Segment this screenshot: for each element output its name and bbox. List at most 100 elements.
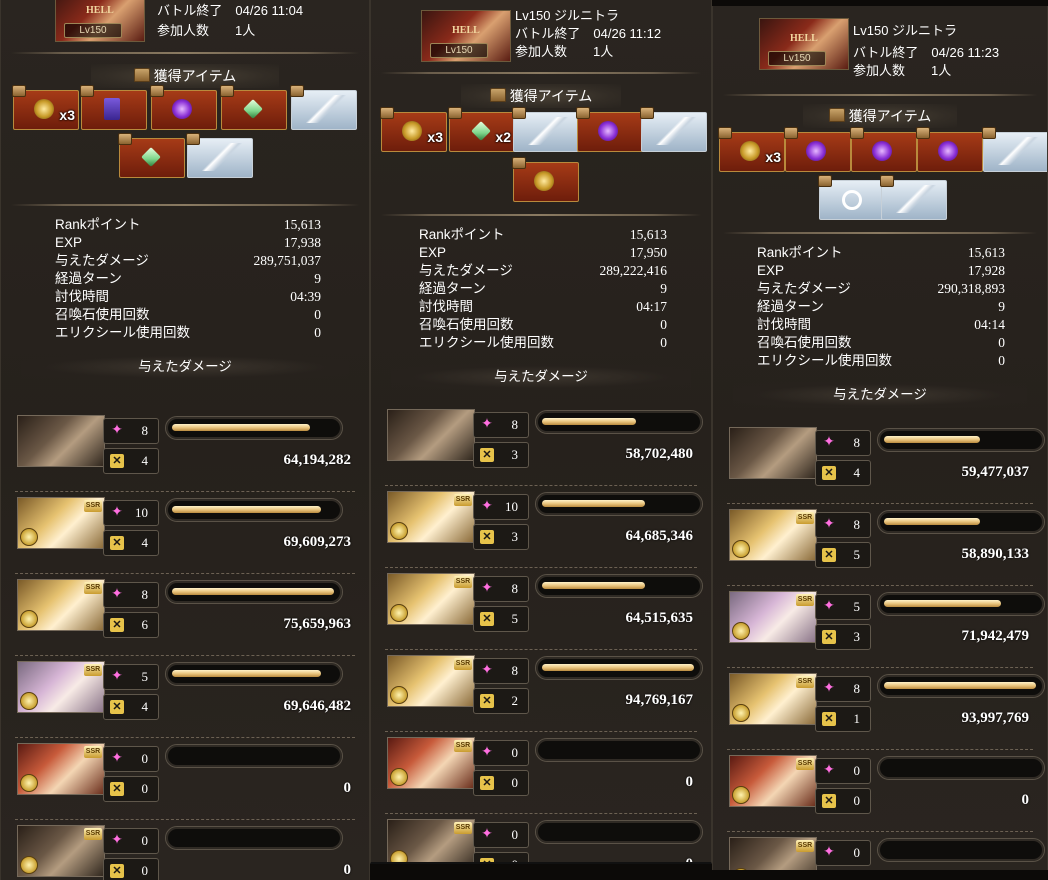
element-coin-icon xyxy=(732,786,750,804)
stat-row: 討伐時間 04:39 xyxy=(55,288,321,306)
purple-item-icon xyxy=(938,141,958,161)
element-coin-icon xyxy=(732,868,750,870)
character-portrait[interactable]: SSR xyxy=(729,591,817,643)
reward-item[interactable] xyxy=(850,127,917,172)
stat-row: 与えたダメージ 290,318,893 xyxy=(757,280,1005,298)
reward-item[interactable] xyxy=(982,127,1047,172)
damage-value: 59,477,037 xyxy=(961,464,1030,480)
reward-item[interactable]: x3 xyxy=(718,127,785,172)
treasure-box-icon xyxy=(220,85,234,97)
character-portrait[interactable]: SSR xyxy=(729,755,817,807)
character-portrait[interactable]: SSR xyxy=(17,661,105,713)
star-count-badge: ✦ 8 xyxy=(815,512,871,538)
damage-gauge-fill xyxy=(172,588,334,595)
reward-item[interactable]: x3 xyxy=(380,107,447,152)
ssr-badge: SSR xyxy=(84,582,102,594)
reward-item[interactable]: x2 xyxy=(448,107,515,152)
stat-row: 召喚石使用回数 0 xyxy=(55,306,321,324)
treasure-box-icon xyxy=(576,107,590,119)
skill-count: 4 xyxy=(141,535,149,550)
star-icon: ✦ xyxy=(823,681,835,696)
stat-value: 0 xyxy=(660,335,667,350)
character-portrait[interactable]: SSR xyxy=(17,497,105,549)
star-icon: ✦ xyxy=(823,845,835,860)
character-portrait[interactable] xyxy=(387,409,475,461)
chest-icon xyxy=(828,108,845,122)
character-portrait[interactable]: SSR xyxy=(387,737,475,789)
character-portrait[interactable] xyxy=(17,415,105,467)
reward-item[interactable] xyxy=(512,157,579,202)
treasure-box-icon xyxy=(80,85,94,97)
star-icon: ✦ xyxy=(111,751,123,766)
reward-item[interactable] xyxy=(784,127,851,172)
star-icon: ✦ xyxy=(823,763,835,778)
element-coin-icon xyxy=(732,540,750,558)
reward-item[interactable] xyxy=(118,133,185,178)
reward-item[interactable] xyxy=(80,85,147,130)
stat-label: 召喚石使用回数 xyxy=(419,317,514,332)
character-portrait[interactable]: SSR xyxy=(17,825,105,877)
ring-item-icon xyxy=(842,190,862,210)
stat-row: Rankポイント 15,613 xyxy=(419,226,667,244)
reward-item[interactable] xyxy=(640,107,707,152)
battle-end-line: バトル終了 04/26 11:23 xyxy=(853,44,999,61)
stat-row: 経過ターン 9 xyxy=(757,298,1005,316)
reward-item[interactable] xyxy=(818,175,885,220)
star-icon: ✦ xyxy=(111,505,123,520)
reward-item[interactable] xyxy=(186,133,253,178)
purple-item-icon xyxy=(172,99,192,119)
character-portrait[interactable]: SSR xyxy=(729,837,817,870)
stat-label: 召喚石使用回数 xyxy=(55,307,150,322)
ssr-badge: SSR xyxy=(796,594,814,606)
damage-value: 0 xyxy=(685,856,694,864)
cross-icon: ✕ xyxy=(480,612,494,626)
character-portrait[interactable] xyxy=(729,427,817,479)
star-count-badge: ✦ 8 xyxy=(473,576,529,602)
reward-item[interactable] xyxy=(512,107,579,152)
stat-row: 召喚石使用回数 0 xyxy=(757,334,1005,352)
character-portrait[interactable]: SSR xyxy=(17,743,105,795)
character-portrait[interactable]: SSR xyxy=(729,673,817,725)
damage-value: 71,942,479 xyxy=(961,628,1030,644)
party-member-row: ✦ 8 ✕ 3 58,702,480 xyxy=(371,404,711,486)
reward-item[interactable] xyxy=(916,127,983,172)
battle-end-line: バトル終了 04/26 11:04 xyxy=(157,2,303,19)
reward-item[interactable] xyxy=(576,107,643,152)
character-portrait[interactable]: SSR xyxy=(387,655,475,707)
gold-item-icon xyxy=(402,121,422,141)
party-member-row: SSR ✦ 8 ✕ 2 94,769,167 xyxy=(371,650,711,732)
stat-value: 15,613 xyxy=(629,227,667,242)
reward-item[interactable] xyxy=(290,85,357,130)
star-count-badge: ✦ 10 xyxy=(103,500,159,526)
character-portrait[interactable]: SSR xyxy=(387,573,475,625)
stat-value: 04:17 xyxy=(636,299,667,314)
character-portrait[interactable]: SSR xyxy=(729,509,817,561)
boss-title-text: Lv150 ジルニトラ xyxy=(853,23,958,38)
stat-row: 与えたダメージ 289,222,416 xyxy=(419,262,667,280)
party-member-row: ✦ 8 ✕ 4 59,477,037 xyxy=(713,422,1047,504)
boss-title-text: Lv150 ジルニトラ xyxy=(515,8,620,23)
stat-label: 討伐時間 xyxy=(419,299,473,314)
reward-item[interactable] xyxy=(150,85,217,130)
character-portrait[interactable]: SSR xyxy=(387,491,475,543)
treasure-box-icon xyxy=(118,133,132,145)
reward-item[interactable]: x3 xyxy=(12,85,79,130)
item-section-title: 獲得アイテム xyxy=(713,104,1047,128)
reward-item[interactable] xyxy=(880,175,947,220)
star-icon: ✦ xyxy=(111,669,123,684)
character-portrait[interactable]: SSR xyxy=(387,819,475,862)
damage-gauge-fill xyxy=(884,600,1001,607)
party-member-row: SSR✦0✕00 xyxy=(713,750,1047,832)
book-item-icon xyxy=(104,98,120,120)
damage-gauge-fill xyxy=(542,582,645,589)
item-section-label: 獲得アイテム xyxy=(509,88,593,104)
element-coin-icon xyxy=(390,522,408,540)
treasure-box-icon xyxy=(818,175,832,187)
reward-item[interactable] xyxy=(220,85,287,130)
damage-gauge xyxy=(535,656,703,680)
party-member-row: SSR ✦ 8 ✕ 6 75,659,963 xyxy=(1,574,369,656)
character-portrait[interactable]: SSR xyxy=(17,579,105,631)
star-count: 10 xyxy=(135,505,148,520)
party-member-row: SSR✦0✕00 xyxy=(713,832,1047,870)
damage-value: 69,646,482 xyxy=(283,698,352,714)
